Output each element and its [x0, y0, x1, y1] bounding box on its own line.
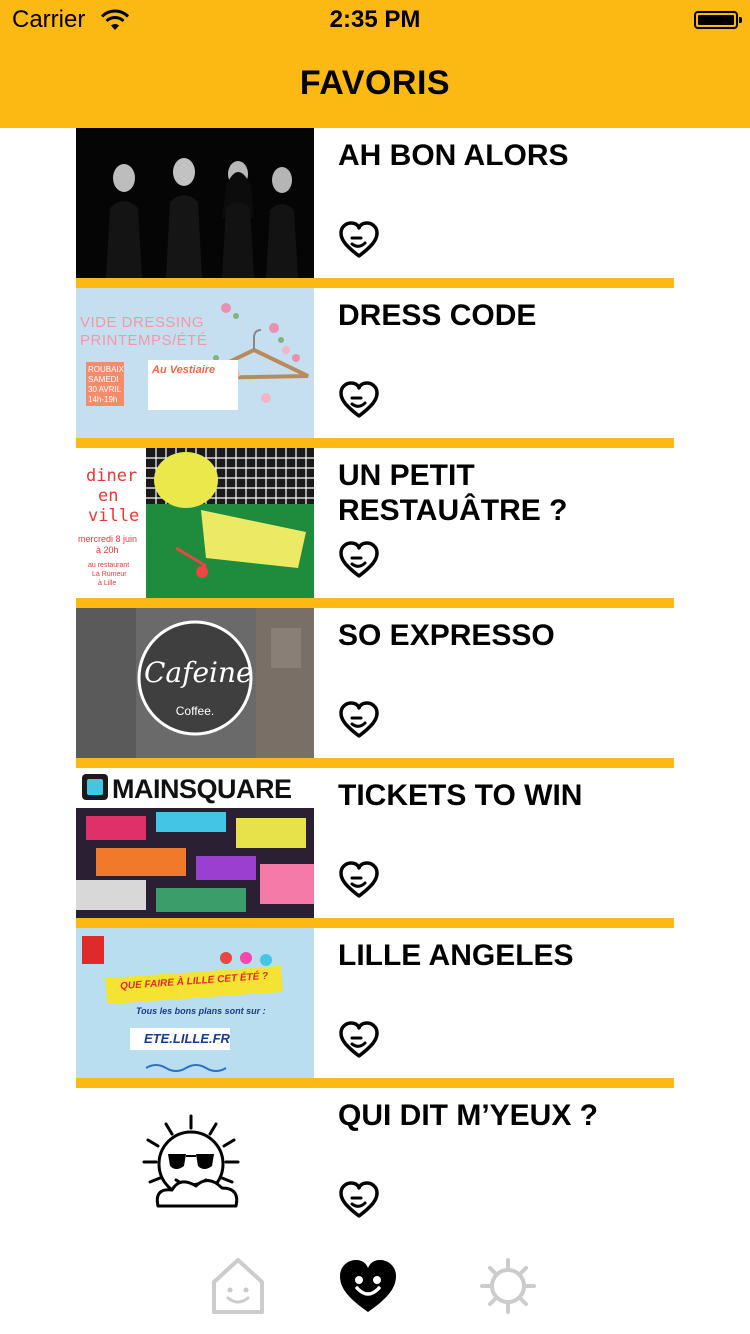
tab-settings[interactable] — [478, 1254, 538, 1318]
status-bar: Carrier 2:35 PM — [0, 0, 750, 40]
mainsquare-thumbnail: MAINSQUARE — [76, 768, 314, 918]
cafe-logo-sub: Coffee. — [175, 704, 215, 718]
list-item[interactable]: QUE FAIRE À LILLE CET ÉTÉ ? Tous les bon… — [76, 928, 674, 1088]
tab-home[interactable] — [208, 1254, 268, 1318]
tab-bar — [0, 1240, 750, 1334]
clock: 2:35 PM — [329, 6, 421, 33]
cafeine-coffee-thumbnail: Cafeine Coffee. — [76, 608, 314, 758]
poster-tag2: SAMEDI — [88, 375, 119, 384]
poster-line2: Tous les bons plans sont sur : — [136, 1006, 266, 1016]
gear-icon — [480, 1258, 536, 1314]
item-title: QUI DIT M’YEUX ? — [338, 1099, 599, 1132]
poster-venue2: La Rumeur — [92, 571, 127, 578]
poster-venue1: au restaurant — [88, 562, 130, 569]
page-title: FAVORIS — [299, 64, 451, 102]
heart-unfavorite-icon[interactable] — [338, 1180, 380, 1220]
favorites-list: AH BON ALORS VIDE DRESSING PRINTEMPS/ÉTÉ… — [76, 128, 674, 1238]
list-item[interactable]: Cafeine Coffee. SO EXPRESSO — [76, 608, 674, 768]
item-title: UN PETIT RESTAUÂTRE ? — [338, 459, 568, 527]
item-title: TICKETS TO WIN — [338, 779, 583, 812]
sun-sunglasses-icon — [142, 1114, 240, 1208]
heart-smile-icon — [340, 1260, 396, 1312]
item-title: LILLE ANGELES — [338, 939, 574, 972]
heart-unfavorite-icon[interactable] — [338, 1020, 380, 1060]
poster-venue3: à Lille — [98, 580, 117, 587]
list-item[interactable]: AH BON ALORS — [76, 128, 674, 288]
poster-line2: PRINTEMPS/ÉTÉ — [80, 332, 208, 349]
tab-favorites[interactable] — [338, 1254, 398, 1318]
item-title: SO EXPRESSO — [338, 619, 555, 652]
heart-unfavorite-icon[interactable] — [338, 860, 380, 900]
poster-date2: à 20h — [96, 545, 119, 555]
poster-line3: ville — [88, 506, 140, 526]
sun-sunglasses-thumbnail — [76, 1088, 314, 1238]
poster-line2: en — [98, 486, 119, 506]
home-icon — [212, 1258, 264, 1314]
poster-line1: diner — [86, 466, 138, 486]
heart-unfavorite-icon[interactable] — [338, 220, 380, 260]
poster-tag3: 30 AVRIL — [88, 385, 122, 394]
list-item[interactable]: QUI DIT M’YEUX ? — [76, 1088, 674, 1238]
heart-unfavorite-icon[interactable] — [338, 700, 380, 740]
heart-unfavorite-icon[interactable] — [338, 540, 380, 580]
poster-line1: VIDE DRESSING — [80, 314, 205, 331]
vide-dressing-thumbnail: VIDE DRESSING PRINTEMPS/ÉTÉ ROUBAIX SAME… — [76, 288, 314, 438]
poster-tag4: 14h-19h — [88, 395, 118, 404]
list-item[interactable]: VIDE DRESSING PRINTEMPS/ÉTÉ ROUBAIX SAME… — [76, 288, 674, 448]
poster-brand: Au Vestiaire — [152, 364, 216, 376]
item-title: AH BON ALORS — [338, 139, 569, 172]
poster-url: ETE.LILLE.FR — [144, 1031, 230, 1046]
item-title: DRESS CODE — [338, 299, 537, 332]
band-photo-thumbnail — [76, 128, 314, 278]
cafe-logo: Cafeine — [144, 656, 253, 689]
lille-ete-thumbnail: QUE FAIRE À LILLE CET ÉTÉ ? Tous les bon… — [76, 928, 314, 1078]
navigation-bar: FAVORIS — [0, 40, 750, 128]
heart-unfavorite-icon[interactable] — [338, 380, 380, 420]
poster-date1: mercredi 8 juin — [78, 534, 138, 544]
poster-tag1: ROUBAIX — [88, 365, 125, 374]
list-item[interactable]: MAINSQUARE TICKETS TO WIN — [76, 768, 674, 928]
battery-icon — [694, 11, 742, 29]
list-item[interactable]: diner en ville mercredi 8 juin à 20h au … — [76, 448, 674, 608]
diner-en-ville-thumbnail: diner en ville mercredi 8 juin à 20h au … — [76, 448, 314, 598]
mainsquare-logo: MAINSQUARE — [112, 774, 292, 804]
